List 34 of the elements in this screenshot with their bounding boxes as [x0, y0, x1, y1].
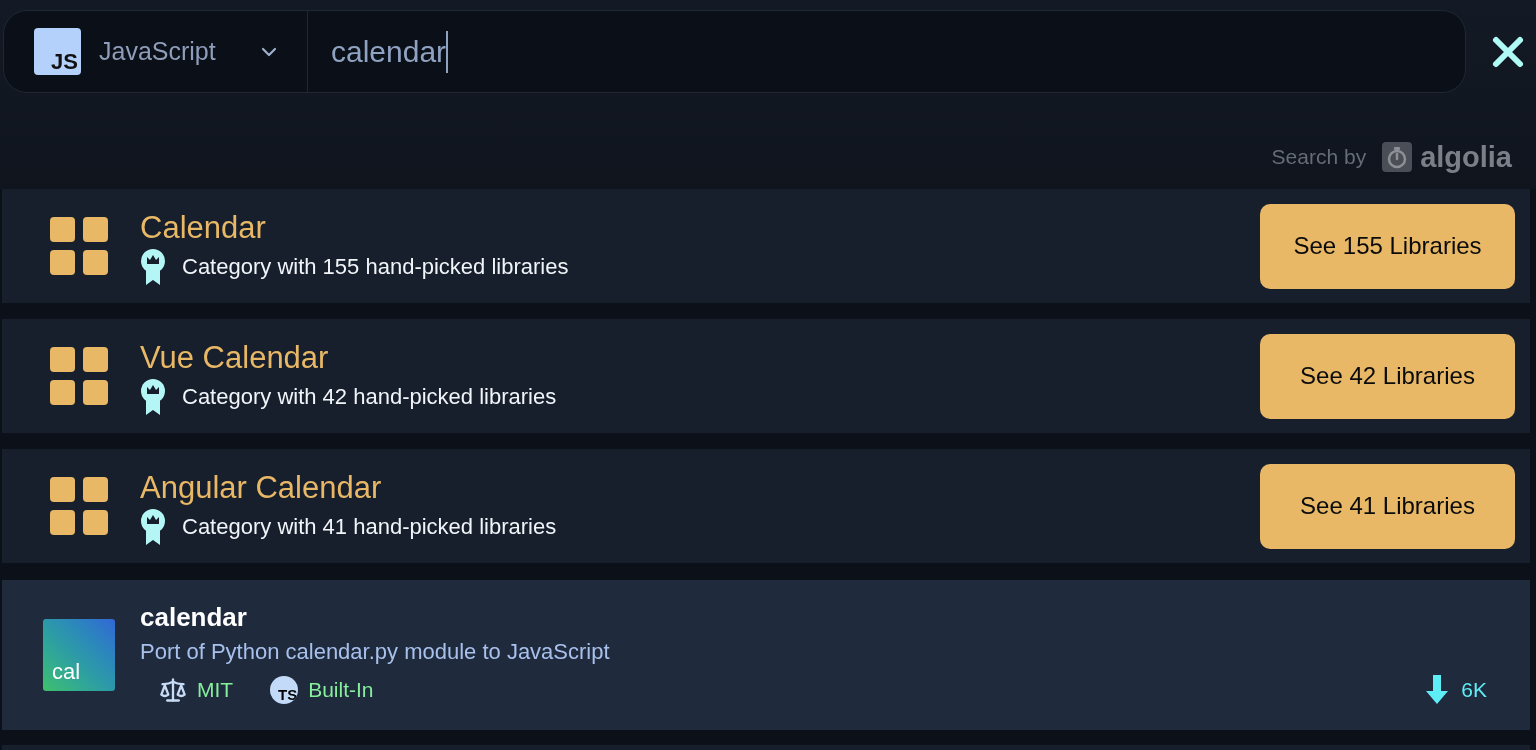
- category-description: Category with 42 hand-picked libraries: [182, 382, 557, 411]
- category-card[interactable]: Angular Calendar Category with 41 hand-picked libraries See 41 Libraries: [2, 449, 1530, 563]
- stopwatch-icon: [1382, 142, 1413, 172]
- download-arrow-icon: [1426, 675, 1449, 705]
- category-title: Vue Calendar: [140, 338, 330, 377]
- typescript-badge: TS: [270, 676, 299, 704]
- award-ribbon-icon: [140, 508, 166, 545]
- types-label: Built-In: [308, 677, 374, 704]
- license-label: MIT: [197, 677, 234, 704]
- see-libraries-button[interactable]: See 155 Libraries: [1260, 203, 1515, 289]
- see-libraries-button[interactable]: See 41 Libraries: [1260, 463, 1515, 549]
- search-field[interactable]: calendar: [308, 11, 1465, 92]
- category-title: Angular Calendar: [140, 468, 383, 507]
- award-ribbon-icon: [140, 378, 166, 415]
- category-description: Category with 155 hand-picked libraries: [182, 252, 569, 281]
- license-scale-icon: [159, 676, 187, 704]
- category-card[interactable]: Calendar Category with 155 hand-picked libraries See 155 Libraries: [2, 189, 1530, 303]
- download-count: 6K: [1461, 677, 1487, 704]
- library-card[interactable]: cal calendar Port of Python calendar.py module to JavaScript MIT TS Built-In 6K: [2, 580, 1530, 730]
- grid-icon: [50, 477, 108, 535]
- category-title: Calendar: [140, 208, 267, 247]
- algolia-link[interactable]: algolia: [1382, 141, 1512, 173]
- js-logo: JS: [34, 28, 81, 75]
- award-ribbon-icon: [140, 248, 166, 285]
- category-description: Category with 41 hand-picked libraries: [182, 512, 557, 541]
- language-selector[interactable]: JS JavaScript: [4, 11, 308, 92]
- library-logo: cal: [43, 619, 115, 691]
- attribution-label: Search by: [1271, 144, 1367, 171]
- grid-icon: [50, 347, 108, 405]
- category-card[interactable]: Vue Calendar Category with 42 hand-picked libraries See 42 Libraries: [2, 319, 1530, 433]
- library-description: Port of Python calendar.py module to JavaScript: [140, 638, 611, 666]
- library-name: calendar: [140, 601, 248, 634]
- see-libraries-button[interactable]: See 42 Libraries: [1260, 333, 1515, 419]
- grid-icon: [50, 217, 108, 275]
